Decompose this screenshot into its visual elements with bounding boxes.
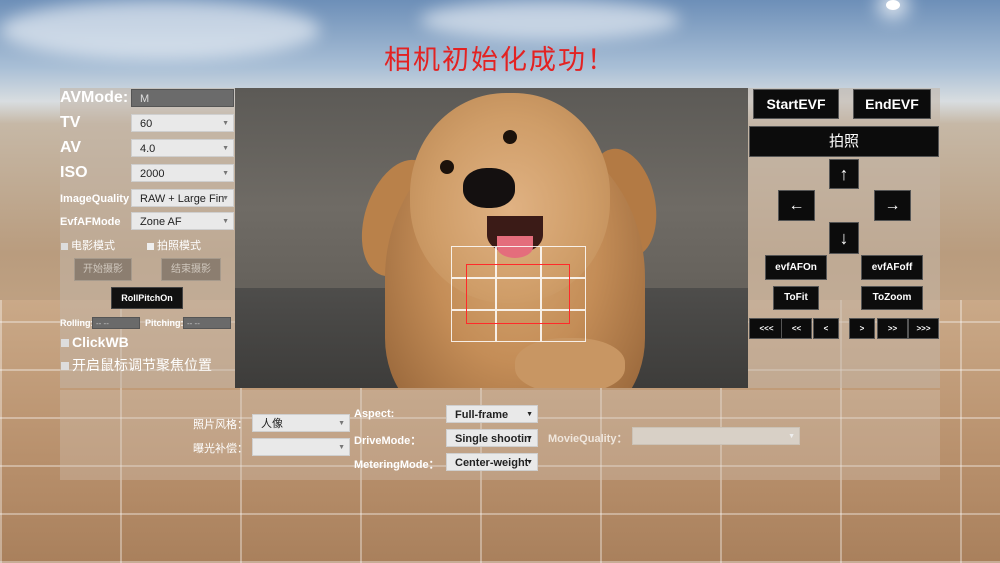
step-forward-3-button[interactable]: >>> xyxy=(908,318,939,339)
evfaf-mode-select[interactable]: Zone AF ▼ xyxy=(131,212,234,230)
checkbox-icon xyxy=(61,362,69,371)
image-quality-select[interactable]: RAW + Large Fin ▼ xyxy=(131,189,234,207)
end-evf-button[interactable]: EndEVF xyxy=(853,89,931,119)
cloud xyxy=(420,0,680,40)
photo-style-label: 照片风格： xyxy=(193,419,248,431)
roll-pitch-button[interactable]: RollPitchOn xyxy=(111,287,183,309)
sun xyxy=(886,0,900,10)
iso-select[interactable]: 2000 ▼ xyxy=(131,164,234,182)
chevron-down-icon: ▼ xyxy=(788,433,795,440)
checkbox-icon xyxy=(61,339,69,348)
chevron-down-icon: ▼ xyxy=(338,444,345,451)
movie-quality-label: MovieQuality： xyxy=(548,433,628,445)
to-zoom-button[interactable]: ToZoom xyxy=(861,286,923,310)
aspect-label: Aspect: xyxy=(354,408,395,420)
avmode-field[interactable]: M xyxy=(131,89,234,107)
step-forward-1-button[interactable]: > xyxy=(849,318,875,339)
start-record-button[interactable]: 开始摄影 xyxy=(74,258,132,281)
arrow-left-button[interactable]: ← xyxy=(778,190,815,221)
movie-quality-select[interactable]: ▼ xyxy=(632,427,800,445)
live-view-image[interactable] xyxy=(235,88,748,388)
photo-mode-label: 拍照模式 xyxy=(157,240,201,252)
evfaf-on-button[interactable]: evfAFOn xyxy=(765,255,827,280)
checkbox-checked-icon xyxy=(147,242,154,250)
status-title: 相机初始化成功！ xyxy=(384,45,616,76)
pitching-label: Pitching: xyxy=(145,318,184,328)
chevron-down-icon: ▼ xyxy=(222,145,229,152)
chevron-down-icon: ▼ xyxy=(222,195,229,202)
tv-select[interactable]: 60 ▼ xyxy=(131,114,234,132)
dog-eye xyxy=(440,160,454,174)
image-quality-label: ImageQuality xyxy=(60,193,130,205)
start-evf-button[interactable]: StartEVF xyxy=(753,89,839,119)
photo-style-select[interactable]: 人像 ▼ xyxy=(252,414,350,432)
checkbox-icon xyxy=(61,242,68,250)
chevron-down-icon: ▼ xyxy=(222,218,229,225)
chevron-down-icon: ▼ xyxy=(222,170,229,177)
avmode-label: AVMode: xyxy=(60,89,129,106)
exposure-comp-select[interactable]: ▼ xyxy=(252,438,350,456)
pitching-field[interactable]: -- -- xyxy=(183,317,231,329)
evfaf-mode-label: EvfAFMode xyxy=(60,216,121,228)
exposure-comp-label: 曝光补偿： xyxy=(193,443,248,455)
rolling-field[interactable]: -- -- xyxy=(92,317,140,329)
arrow-right-button[interactable]: → xyxy=(874,190,911,221)
chevron-down-icon: ▼ xyxy=(526,459,533,466)
rolling-label: Rolling: xyxy=(60,318,94,328)
chevron-down-icon: ▼ xyxy=(222,120,229,127)
chevron-down-icon: ▼ xyxy=(338,420,345,427)
to-fit-button[interactable]: ToFit xyxy=(773,286,819,310)
dog-nose xyxy=(463,168,515,208)
dog-eye xyxy=(503,130,517,144)
aspect-select[interactable]: Full-frame ▼ xyxy=(446,405,538,423)
af-focus-frame xyxy=(466,264,570,324)
photo-mode-checkbox[interactable]: 拍照模式 xyxy=(147,237,201,253)
arrow-up-button[interactable]: ↑ xyxy=(829,159,859,189)
iso-label: ISO xyxy=(60,164,88,181)
click-wb-label: ClickWB xyxy=(72,334,129,350)
movie-mode-label: 电影模式 xyxy=(71,240,115,252)
stop-record-button[interactable]: 结束摄影 xyxy=(161,258,221,281)
shoot-button[interactable]: 拍照 xyxy=(749,126,939,157)
click-wb-checkbox[interactable]: ClickWB xyxy=(61,334,129,350)
step-back-3-button[interactable]: <<< xyxy=(749,318,784,339)
movie-mode-checkbox[interactable]: 电影模式 xyxy=(61,237,115,253)
mouse-focus-checkbox[interactable]: 开启鼠标调节聚焦位置 xyxy=(61,355,212,375)
mouse-focus-label: 开启鼠标调节聚焦位置 xyxy=(72,357,212,373)
av-select[interactable]: 4.0 ▼ xyxy=(131,139,234,157)
step-back-2-button[interactable]: << xyxy=(781,318,812,339)
dog-paw xyxy=(515,338,625,388)
av-label: AV xyxy=(60,139,82,156)
arrow-down-button[interactable]: ↓ xyxy=(829,222,859,254)
step-back-1-button[interactable]: < xyxy=(813,318,839,339)
drive-mode-label: DriveMode： xyxy=(354,435,422,447)
tv-label: TV xyxy=(60,114,81,131)
metering-mode-label: MeteringMode： xyxy=(354,459,440,471)
chevron-down-icon: ▼ xyxy=(526,411,533,418)
drive-mode-select[interactable]: Single shootin ▼ xyxy=(446,429,538,447)
evfaf-off-button[interactable]: evfAFoff xyxy=(861,255,923,280)
step-forward-2-button[interactable]: >> xyxy=(877,318,908,339)
chevron-down-icon: ▼ xyxy=(526,435,533,442)
metering-mode-select[interactable]: Center-weight ▼ xyxy=(446,453,538,471)
